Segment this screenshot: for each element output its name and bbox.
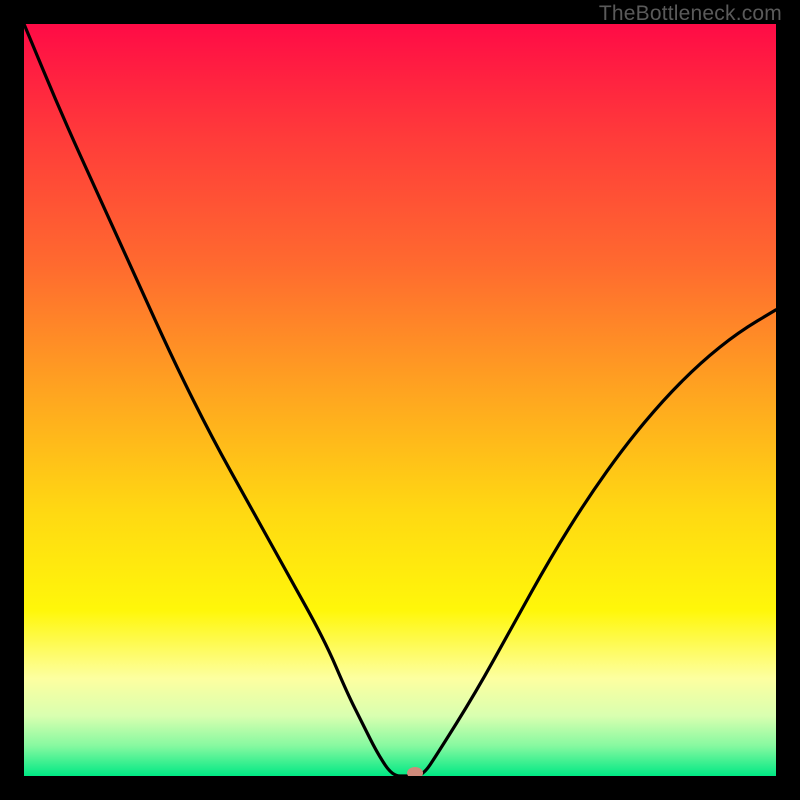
- plot-frame: [24, 24, 776, 776]
- chart-container: TheBottleneck.com: [0, 0, 800, 800]
- plot-area: [24, 24, 776, 776]
- chart-svg: [24, 24, 776, 776]
- watermark-text: TheBottleneck.com: [599, 2, 782, 26]
